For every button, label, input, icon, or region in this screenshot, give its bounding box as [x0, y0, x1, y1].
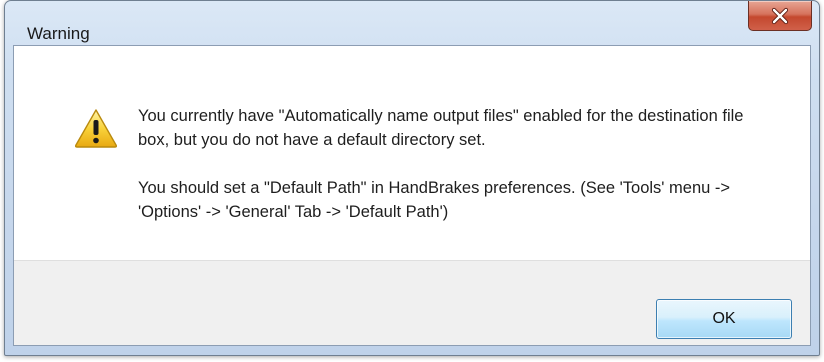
title-bar[interactable]: Warning [5, 1, 819, 45]
button-area: OK [14, 260, 810, 345]
message-area: You currently have "Automatically name o… [14, 46, 810, 260]
message-paragraph-1: You currently have "Automatically name o… [138, 107, 744, 149]
dialog-body: You currently have "Automatically name o… [13, 45, 811, 346]
ok-button[interactable]: OK [656, 299, 792, 339]
message-paragraph-2: You should set a "Default Path" in HandB… [138, 179, 731, 221]
close-button[interactable] [748, 1, 812, 31]
warning-dialog-window: Warning You currently have "Automaticall… [4, 0, 820, 356]
window-title: Warning [27, 24, 90, 43]
warning-message: You currently have "Automatically name o… [138, 104, 778, 248]
warning-icon [74, 109, 118, 148]
close-icon [771, 7, 789, 24]
